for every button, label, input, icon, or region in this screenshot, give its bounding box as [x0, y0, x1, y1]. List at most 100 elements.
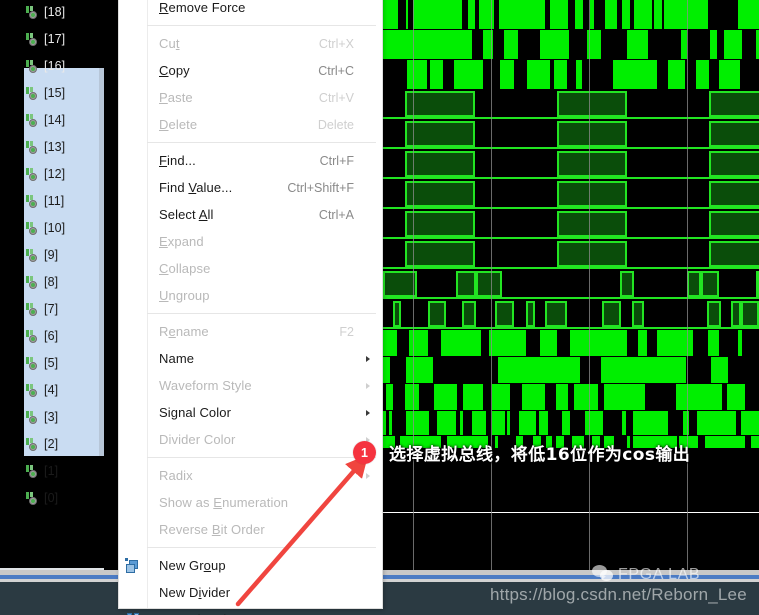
signal-bit-icon: [26, 87, 39, 100]
menu-item-label: Signal Color: [159, 405, 232, 420]
menu-item-cut: Cut Ctrl+X: [119, 30, 382, 57]
signal-bit-icon: [26, 195, 39, 208]
menu-item-new-group[interactable]: New Group: [119, 552, 382, 579]
signal-row-label: [13]: [44, 140, 66, 155]
menu-item-select-all[interactable]: Select All Ctrl+A: [119, 201, 382, 228]
signal-row-label: [11]: [44, 194, 65, 209]
menu-item-radix: Radix: [119, 462, 382, 489]
menu-item-signal-color[interactable]: Signal Color: [119, 399, 382, 426]
menu-item-label: Reverse Bit Order: [159, 522, 265, 537]
waveform-signal-row[interactable]: [383, 411, 759, 435]
signal-row-label: [14]: [44, 113, 66, 128]
signal-row-label: [4]: [44, 383, 59, 398]
waveform-signal-row[interactable]: [383, 357, 759, 383]
waveform-signal-row[interactable]: [383, 150, 759, 179]
menu-item-label: Waveform Style: [159, 378, 252, 393]
wechat-icon: [592, 565, 614, 582]
menu-separator: [147, 457, 376, 458]
signal-row-label: [0]: [44, 491, 59, 506]
waveform-signal-row[interactable]: [383, 330, 759, 356]
menu-item-divider-color: Divider Color: [119, 426, 382, 453]
signal-row-label: [9]: [44, 248, 59, 263]
menu-separator: [147, 547, 376, 548]
menu-item-label: Expand: [159, 234, 204, 249]
menu-item-shortcut: Ctrl+V: [318, 90, 354, 105]
menu-separator: [147, 25, 376, 26]
signal-row-label: [15]: [44, 86, 66, 101]
signal-bit-icon: [26, 330, 39, 343]
menu-item-collapse: Collapse: [119, 255, 382, 282]
menu-item-label: Find...: [159, 153, 196, 168]
waveform-signal-row[interactable]: [383, 0, 759, 29]
menu-item-new-virtual-bus[interactable]: New Virtual Bus: [119, 606, 382, 615]
annotation-text: 选择虚拟总线，将低16位作为cos输出: [389, 445, 691, 465]
menu-item-name[interactable]: Name: [119, 345, 382, 372]
menu-separator: [147, 142, 376, 143]
signal-bit-icon: [26, 276, 39, 289]
menu-item-shortcut: Delete: [317, 117, 354, 132]
signal-list-scrollbar[interactable]: [99, 68, 104, 456]
menu-item-remove-force[interactable]: Remove Force: [119, 0, 382, 21]
waveform-signal-row[interactable]: [383, 30, 759, 59]
signal-bit-icon: [26, 411, 39, 424]
waveform-signal-row[interactable]: [383, 90, 759, 119]
waveform-canvas[interactable]: [383, 0, 759, 448]
waveform-lower-pane: [383, 513, 759, 570]
waveform-signal-row[interactable]: [383, 180, 759, 209]
waveform-signal-row[interactable]: [383, 60, 759, 89]
signal-row-label: [1]: [44, 464, 59, 479]
menu-item-find[interactable]: Find... Ctrl+F: [119, 147, 382, 174]
menu-item-label: Find Value...: [159, 180, 233, 195]
signal-bit-icon: [26, 141, 39, 154]
signal-bit-icon: [26, 6, 39, 19]
waveform-signal-row[interactable]: [383, 270, 759, 299]
signal-bit-icon: [26, 465, 39, 478]
signal-bit-icon: [26, 384, 39, 397]
menu-item-label: Select All: [159, 207, 214, 222]
menu-item-show-as-enumeration: Show as Enumeration: [119, 489, 382, 516]
waveform-signal-row[interactable]: [383, 300, 759, 329]
new-virtual-bus-icon: [125, 612, 141, 615]
menu-item-label: Show as Enumeration: [159, 495, 289, 510]
menu-item-label: Paste: [159, 90, 193, 105]
menu-item-delete: Delete Delete: [119, 111, 382, 138]
menu-item-label: Ungroup: [159, 288, 210, 303]
menu-item-copy[interactable]: Copy Ctrl+C: [119, 57, 382, 84]
menu-item-shortcut: F2: [339, 324, 354, 339]
menu-item-label: Copy: [159, 63, 190, 78]
menu-item-shortcut: Ctrl+X: [318, 36, 354, 51]
chevron-right-icon: [366, 409, 370, 416]
waveform-signal-row[interactable]: [383, 384, 759, 410]
signal-row[interactable]: [0]: [26, 483, 58, 514]
signal-row-label: [12]: [44, 167, 66, 182]
menu-item-label: Cut: [159, 36, 180, 51]
menu-item-label: Radix: [159, 468, 193, 483]
new-group-icon: [125, 557, 141, 574]
menu-item-label: New Divider: [159, 585, 231, 600]
menu-item-shortcut: Ctrl+A: [318, 207, 354, 222]
signal-bit-icon: [26, 303, 39, 316]
signal-bit-icon: [26, 249, 39, 262]
signal-row-label: [5]: [44, 356, 59, 371]
menu-item-shortcut: Ctrl+F: [319, 153, 354, 168]
context-menu[interactable]: Remove Force Cut Ctrl+X Copy Ctrl+C Paste Ctrl…: [118, 0, 383, 615]
menu-item-paste: Paste Ctrl+V: [119, 84, 382, 111]
menu-item-waveform-style: Waveform Style: [119, 372, 382, 399]
waveform-signal-row[interactable]: [383, 210, 759, 239]
signal-bit-icon: [26, 114, 39, 127]
signal-bit-icon: [26, 492, 39, 505]
menu-item-find-value[interactable]: Find Value... Ctrl+Shift+F: [119, 174, 382, 201]
waveform-signal-row[interactable]: [383, 240, 759, 269]
signal-bit-icon: [26, 438, 39, 451]
signal-row-label: [10]: [44, 221, 66, 236]
signal-bit-icon: [26, 33, 39, 46]
screenshot-root: [18] [17] [16] [15] [14] [13] [12] [11] [10] [9] […: [0, 0, 759, 615]
menu-item-label: Remove Force: [159, 0, 246, 15]
signal-name-column[interactable]: [18] [17] [16] [15] [14] [13] [12] [11] [10] [9] […: [0, 0, 104, 560]
signal-bit-icon: [26, 222, 39, 235]
waveform-signal-row[interactable]: [383, 120, 759, 149]
signal-bit-icon: [26, 60, 39, 73]
chevron-right-icon: [366, 472, 370, 479]
menu-item-label: New Group: [159, 558, 226, 573]
menu-item-new-divider[interactable]: New Divider: [119, 579, 382, 606]
